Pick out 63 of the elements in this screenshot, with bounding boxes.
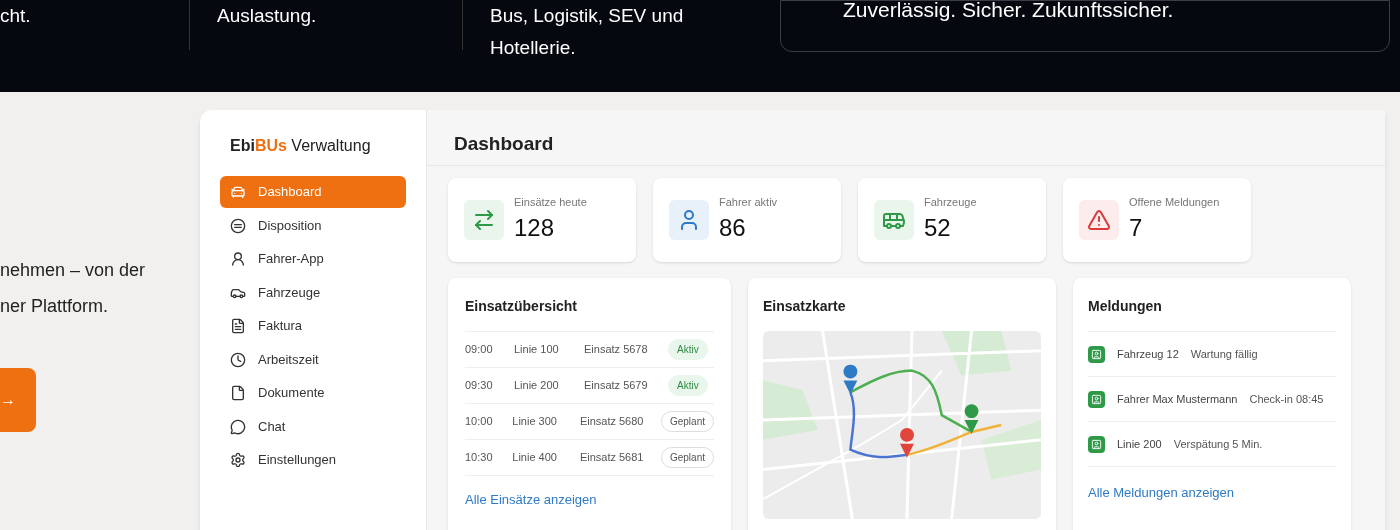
table-cell-text: Einsatz 5679	[584, 378, 649, 394]
status-badge: Aktiv	[668, 339, 708, 360]
stat-label: Offene Meldungen	[1129, 194, 1220, 210]
stat-label: Fahrer aktiv	[719, 194, 778, 210]
sidebar-item[interactable]: Faktura	[220, 310, 406, 342]
view-all-link[interactable]: Alle Meldungen anzeigen	[1088, 483, 1336, 503]
table-cell-text: 10:00	[465, 414, 494, 430]
sidebar-item[interactable]: Fahrzeuge	[220, 276, 406, 309]
stat-value: 52	[924, 213, 952, 244]
hero-text: Hotellerie.	[490, 36, 577, 60]
sidebar-item[interactable]: Fahrer-App	[220, 243, 406, 275]
table-cell-text: Linie 100	[514, 342, 560, 358]
table-cell-text: Einsatz 5678	[584, 342, 649, 358]
sidebar-item[interactable]: Arbeitszeit	[220, 343, 406, 376]
message-detail: Wartung fällig	[1190, 346, 1258, 362]
hero-text: cht.	[0, 4, 32, 28]
status-badge: Aktiv	[668, 375, 708, 396]
hero-text: Auslastung.	[217, 4, 318, 28]
table-cell-text: Linie 200	[514, 378, 560, 394]
intro-text: nehmen – von der	[0, 259, 147, 282]
person-badge-icon	[1088, 345, 1105, 363]
circle-icon	[230, 217, 246, 234]
view-all-link[interactable]: Alle Einsätze anzeigen	[465, 490, 714, 510]
file-icon	[230, 385, 246, 401]
stat-value: 86	[719, 213, 747, 244]
sidebar-item[interactable]: Einstellungen	[220, 444, 406, 476]
car-front-icon	[230, 184, 246, 200]
table-cell-text: 10:30	[465, 450, 494, 466]
settings-icon	[230, 452, 246, 468]
stat-label: Einsätze heute	[514, 194, 587, 210]
status-badge: Geplant	[660, 411, 714, 432]
person-badge-icon	[1088, 390, 1105, 408]
person-icon	[230, 251, 246, 267]
table-cell-text: Einsatz 5681	[579, 450, 645, 466]
card-title: Meldungen	[1088, 296, 1336, 332]
document-icon	[230, 318, 246, 334]
table-cell-text: 09:30	[465, 378, 494, 394]
stat-value: 128	[514, 213, 556, 244]
table-cell-text: Einsatz 5680	[579, 414, 645, 430]
message-subject: Linie 200	[1117, 436, 1162, 452]
sidebar-item[interactable]: Chat	[220, 410, 406, 443]
sidebar-item[interactable]: Disposition	[220, 209, 406, 242]
card-title: Einsatzübersicht	[465, 296, 714, 332]
table-cell-text: 09:00	[465, 342, 494, 358]
clock-icon	[230, 351, 246, 368]
message-subject: Fahrer Max Mustermann	[1117, 391, 1238, 407]
tagline: Zuverlässig. Sicher. Zukunftssicher.	[843, 1, 1174, 19]
app-logo: EbiBUs Verwaltung	[229, 136, 372, 156]
intro-text: ner Plattform.	[0, 295, 110, 318]
sidebar-item[interactable]: Dokumente	[220, 377, 406, 409]
message-detail: Check-in 08:45	[1249, 391, 1324, 407]
card-title: Einsatzkarte	[763, 297, 847, 316]
page-title: Dashboard	[454, 132, 554, 157]
chat-bubble-icon	[230, 418, 246, 435]
message-detail: Verspätung 5 Min.	[1173, 436, 1263, 452]
stat-value: 7	[1129, 213, 1144, 244]
hero-text: Bus, Logistik, SEV und	[490, 4, 685, 28]
table-cell-text: Linie 300	[512, 414, 558, 430]
person-badge-icon	[1088, 435, 1105, 453]
stat-label: Fahrzeuge	[924, 194, 977, 210]
status-badge: Geplant	[660, 447, 714, 468]
table-cell-text: Linie 400	[512, 450, 558, 466]
message-subject: Fahrzeug 12	[1117, 346, 1179, 362]
